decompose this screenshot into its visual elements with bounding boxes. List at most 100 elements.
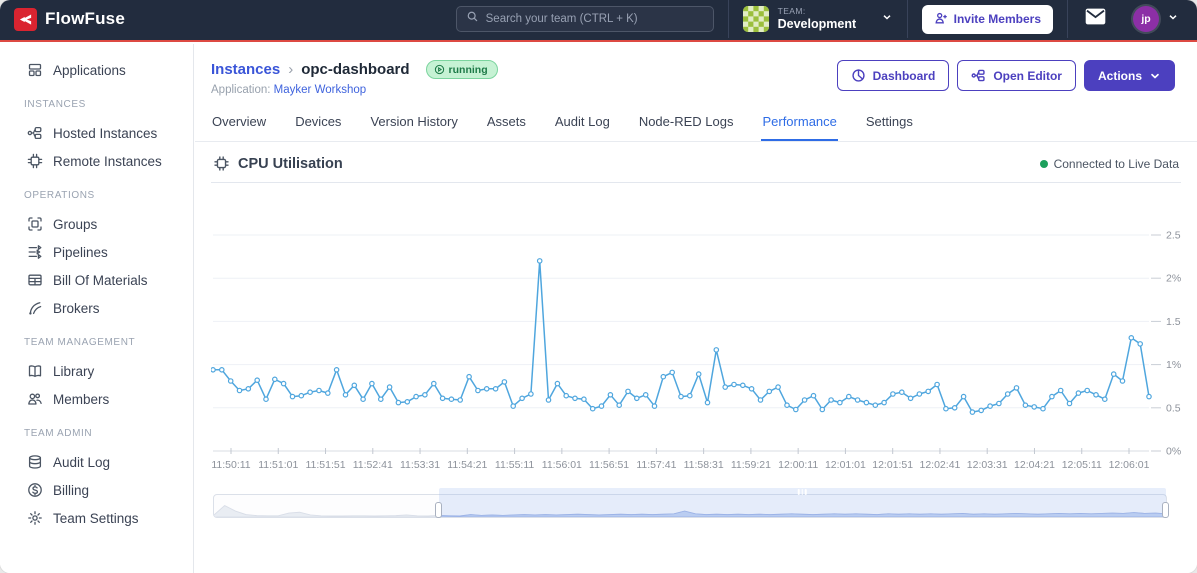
sidebar-item-label: Audit Log [53,454,111,470]
tab-assets[interactable]: Assets [486,108,527,141]
sidebar-nav: Applications INSTANCES Hosted Instances Rem… [0,44,194,573]
play-icon [434,64,444,75]
search-icon [466,10,479,28]
svg-text:11:58:31: 11:58:31 [684,459,724,471]
instance-name: opc-dashboard [301,61,410,78]
user-avatar: jp [1133,6,1159,32]
team-search[interactable] [455,6,714,32]
brokers-icon [27,300,43,316]
team-label: TEAM: [777,5,806,16]
svg-text:1%: 1% [1166,359,1181,371]
groups-icon [27,216,43,232]
instance-tabs: Overview Devices Version History Assets Audi… [195,96,1197,142]
tab-overview[interactable]: Overview [211,108,267,141]
tab-devices[interactable]: Devices [294,108,342,141]
svg-text:12:01:01: 12:01:01 [825,459,866,471]
range-track[interactable] [213,488,1169,518]
svg-text:2%: 2% [1166,273,1181,285]
svg-text:0.5%: 0.5% [1166,402,1181,414]
cpu-chart-canvas[interactable]: 0% 0.5% 1% 1.5% 2% 2.5% 11:50:11 11:51:01 11:51:… [211,185,1181,481]
svg-text:12:01:51: 12:01:51 [872,459,913,471]
sidebar-item-label: Brokers [53,300,100,316]
user-menu[interactable]: jp [1123,6,1185,32]
svg-text:11:52:41: 11:52:41 [353,459,393,471]
team-selector[interactable]: TEAM: Development [729,6,907,32]
brand-name: FlowFuse [45,9,125,28]
dashboard-icon [851,68,866,83]
search-input[interactable] [485,13,704,25]
app-window: FlowFuse TEAM: Development [0,0,1197,573]
sidebar-item-label: Team Settings [53,510,139,526]
svg-text:12:04:21: 12:04:21 [1014,459,1055,471]
sidebar-item-pipelines[interactable]: Pipelines [0,238,193,266]
chart-title: CPU Utilisation [238,155,343,172]
sidebar-section-header: TEAM ADMIN [24,428,93,439]
tab-audit-log[interactable]: Audit Log [554,108,611,141]
bill-of-materials-icon [27,272,43,288]
sidebar-item-library[interactable]: Library [0,357,193,385]
sidebar-item-label: Bill Of Materials [53,272,148,288]
sidebar-item-label: Groups [53,216,98,232]
application-line: Application: Mayker Workshop [211,84,367,96]
svg-text:12:05:11: 12:05:11 [1062,459,1102,471]
tab-performance[interactable]: Performance [761,108,838,141]
button-label: Open Editor [993,68,1062,83]
user-chevron-down-icon [1167,10,1179,28]
pipelines-icon [27,244,43,260]
range-handle-right[interactable] [1162,502,1169,518]
editor-icon [971,68,986,83]
svg-text:11:51:51: 11:51:51 [305,459,345,471]
applications-icon [27,62,43,78]
range-handle-left[interactable] [434,502,442,518]
svg-text:11:59:21: 11:59:21 [731,459,771,471]
svg-text:11:54:21: 11:54:21 [447,459,487,471]
actions-button[interactable]: Actions [1083,60,1175,91]
mail-icon [1085,8,1106,30]
sidebar-item-applications[interactable]: Applications [0,56,193,84]
chart-range-selector[interactable] [213,487,1169,519]
svg-text:11:56:51: 11:56:51 [589,459,629,471]
breadcrumb-instances-link[interactable]: Instances [211,61,280,78]
header-actions: Dashboard Open Editor Actions [836,60,1179,91]
notifications-button[interactable] [1068,8,1123,30]
breadcrumb: Instances › opc-dashboard running [211,60,498,79]
sidebar-item-hosted-instances[interactable]: Hosted Instances [0,119,193,147]
team-settings-icon [27,510,43,526]
svg-text:1.5%: 1.5% [1166,316,1181,328]
range-selection[interactable] [438,488,1166,517]
tab-settings[interactable]: Settings [865,108,914,141]
flowfuse-logo[interactable]: FlowFuse [14,7,125,31]
remote-instances-icon [27,153,43,169]
sidebar-item-brokers[interactable]: Brokers [0,294,193,322]
sidebar-section-header: OPERATIONS [24,190,95,201]
billing-icon [27,482,43,498]
sidebar-item-team-settings[interactable]: Team Settings [0,504,193,532]
open-editor-button[interactable]: Open Editor [957,60,1076,91]
live-dot-icon [1039,159,1048,168]
library-icon [27,363,43,379]
sidebar-item-label: Remote Instances [53,153,162,169]
cpu-chip-icon [213,155,230,172]
navbar-divider [906,0,908,38]
tab-version-history[interactable]: Version History [369,108,458,141]
range-grip-icon[interactable] [798,489,807,495]
invite-members-button[interactable]: Invite Members [921,4,1053,34]
button-label: Actions [1097,68,1142,83]
button-label: Dashboard [872,68,936,83]
application-link[interactable]: Mayker Workshop [274,84,366,96]
sidebar-item-audit-log[interactable]: Audit Log [0,448,193,476]
dashboard-button[interactable]: Dashboard [836,60,950,91]
sidebar-item-members[interactable]: Members [0,385,193,413]
sidebar-item-remote-instances[interactable]: Remote Instances [0,147,193,175]
svg-text:11:53:31: 11:53:31 [400,459,440,471]
sidebar-item-label: Applications [53,62,126,78]
sidebar-section-header: INSTANCES [24,99,86,110]
sidebar-item-bill-of-materials[interactable]: Bill Of Materials [0,266,193,294]
sidebar-item-billing[interactable]: Billing [0,476,193,504]
sidebar-section-header: TEAM MANAGEMENT [24,337,136,348]
sidebar-item-label: Members [53,391,110,407]
hosted-instances-icon [27,125,43,141]
sidebar-item-groups[interactable]: Groups [0,210,193,238]
tab-node-red-logs[interactable]: Node-RED Logs [638,108,735,141]
sidebar-item-label: Pipelines [53,244,108,260]
